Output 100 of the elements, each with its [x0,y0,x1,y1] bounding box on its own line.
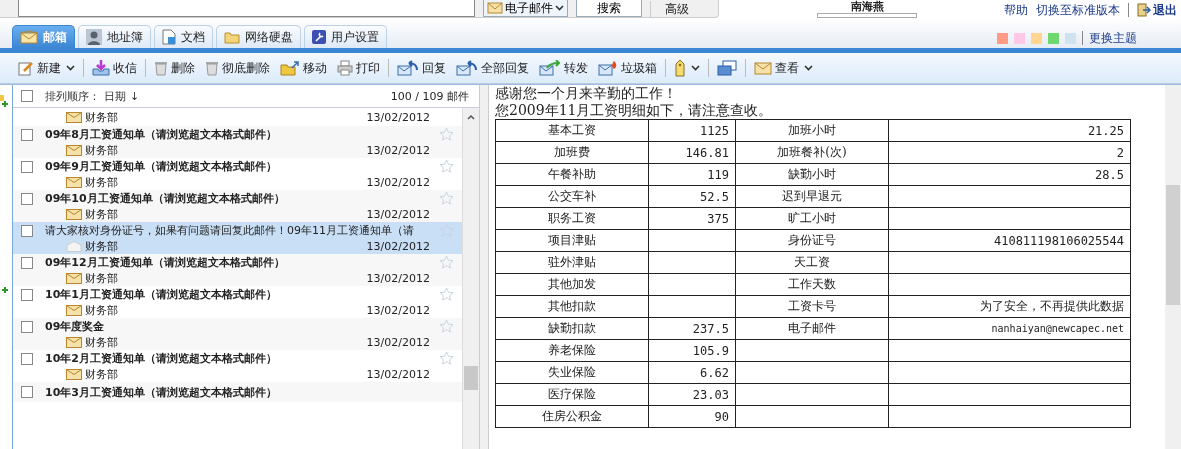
message-checkbox[interactable] [21,128,33,141]
toolbar-button[interactable]: 查看 [752,57,815,79]
nav-tab[interactable]: 网络硬盘 [216,25,301,48]
theme-swatch[interactable] [1014,32,1025,44]
search-field[interactable] [18,0,475,17]
scrollbar-thumb[interactable] [1166,185,1180,305]
scrollbar[interactable] [462,108,479,449]
star-icon[interactable] [439,287,454,302]
toolbar-button[interactable]: 删除 [152,57,197,79]
trash-icon [154,60,168,76]
star-icon[interactable] [439,127,454,142]
toolbar-button[interactable]: 新建 [16,57,77,79]
plus-icon[interactable] [0,285,10,295]
message-checkbox[interactable] [21,288,33,301]
message-date: 13/02/2012 [366,207,430,221]
star-icon[interactable] [439,351,454,366]
table-cell: 午餐补助 [548,167,596,181]
message-subject: 10年3月工资通知单（请浏览超文本格式邮件） [45,384,278,400]
nav-tab[interactable]: 文档 [154,25,213,48]
message-checkbox[interactable] [21,224,33,237]
message-checkbox[interactable] [21,192,33,205]
table-cell: 其他加发 [548,277,596,291]
table-cell: 失业保险 [548,365,596,379]
scrollbar[interactable] [1165,85,1181,449]
tag-icon [674,59,686,77]
toolbar-button[interactable]: 回复 [395,57,448,79]
message-row[interactable]: 09年8月工资通知单（请浏览超文本格式邮件） 财务部 13/02/2012 [13,126,462,158]
message-row[interactable]: 09年9月工资通知单（请浏览超文本格式邮件） 财务部 13/02/2012 [13,158,462,190]
table-cell: 6.62 [700,365,729,380]
toolbar-button[interactable]: 打印 [335,57,382,79]
header-link[interactable]: 切换至标准版本 [1036,2,1120,18]
theme-swatch[interactable] [997,32,1008,44]
star-icon[interactable] [439,319,454,334]
table-cell: 119 [707,167,729,182]
search-scope-dropdown[interactable]: 电子邮件 [483,0,568,17]
table-cell: 2 [1116,145,1124,160]
windows-icon [717,60,737,76]
message-row[interactable]: 10年2月工资通知单（请浏览超文本格式邮件） 财务部 13/02/2012 [13,350,462,382]
message-row[interactable]: 10年1月工资通知单（请浏览超文本格式邮件） 财务部 13/02/2012 [13,286,462,318]
message-row[interactable]: 09年度奖金 财务部 13/02/2012 [13,318,462,350]
folder-add-icon[interactable] [0,93,9,107]
envelope-icon [66,144,82,156]
theme-swatch[interactable] [1031,32,1042,44]
message-row[interactable]: 09年12月工资通知单（请浏览超文本格式邮件） 财务部 13/02/2012 [13,254,462,286]
table-cell: 工作天数 [787,277,836,291]
search-button[interactable]: 搜索 [576,0,642,17]
message-row[interactable]: 请大家核对身份证号，如果有问题请回复此邮件！09年11月工资通知单（请 财务部 13/02/2012 [13,222,462,254]
toolbar-button[interactable]: 垃圾箱 [596,57,659,79]
table-cell: 加班小时 [787,123,836,137]
table-cell: 237.5 [692,321,729,336]
folder-icon [224,30,240,44]
table-cell: 为了安全，不再提供此数据 [980,299,1124,313]
theme-swatch[interactable] [1048,32,1059,44]
toolbar-button[interactable]: 移动 [278,57,329,79]
printer-icon [337,60,353,76]
table-cell: 146.81 [685,145,729,160]
table-cell: 旷工小时 [787,211,836,225]
table-cell: 身份证号 [787,233,836,247]
caret-icon [555,5,564,11]
message-checkbox[interactable] [21,160,33,173]
select-all-checkbox[interactable] [21,90,33,102]
table-cell: 医疗保险 [548,387,596,401]
star-icon[interactable] [439,255,454,270]
sort-direction-icon[interactable]: ↓ [130,89,140,103]
scrollbar-thumb[interactable] [464,366,478,390]
scroll-up-icon[interactable] [467,114,475,120]
nav-tab[interactable]: 地址簿 [78,25,151,48]
change-theme-link[interactable]: 更换主题 [1089,29,1137,47]
toolbar-button[interactable]: 收信 [90,57,139,79]
toolbar-button[interactable]: 彻底删除 [203,57,272,79]
logout-link[interactable]: 退出 [1137,2,1177,18]
toolbar-button[interactable]: 转发 [537,57,590,79]
star-icon[interactable] [439,191,454,206]
message-count: 100 / 109 邮件 [390,88,469,104]
message-date: 13/02/2012 [366,271,430,285]
toolbar-button[interactable] [672,57,702,79]
message-checkbox[interactable] [21,320,33,333]
message-row[interactable]: 09年10月工资通知单（请浏览超文本格式邮件） 财务部 13/02/2012 [13,190,462,222]
theme-swatch[interactable] [1065,32,1076,44]
star-icon[interactable] [439,223,454,238]
message-date: 13/02/2012 [366,367,430,381]
envelope-icon [66,336,82,348]
toolbar-button[interactable]: 全部回复 [454,57,531,79]
message-checkbox[interactable] [21,386,33,398]
toolbar-button[interactable] [715,58,739,78]
star-icon[interactable] [439,159,454,174]
header-link[interactable]: 帮助 [1004,2,1028,18]
open-envelope-icon [66,240,82,252]
nav-tab[interactable]: 用户设置 [304,25,387,48]
table-cell: 项目津贴 [548,233,596,247]
table-cell: 职务工资 [548,211,596,225]
message-date: 13/02/2012 [366,303,430,317]
table-cell: 加班费 [554,145,590,159]
sort-field-link[interactable]: 日期 [104,88,126,104]
message-checkbox[interactable] [21,352,33,365]
table-cell: 基本工资 [548,123,596,137]
table-cell: 迟到早退元 [781,189,842,203]
advanced-search-link[interactable]: 高级 [650,1,689,17]
message-checkbox[interactable] [21,256,33,269]
sender-name: 财务部 [85,366,118,382]
